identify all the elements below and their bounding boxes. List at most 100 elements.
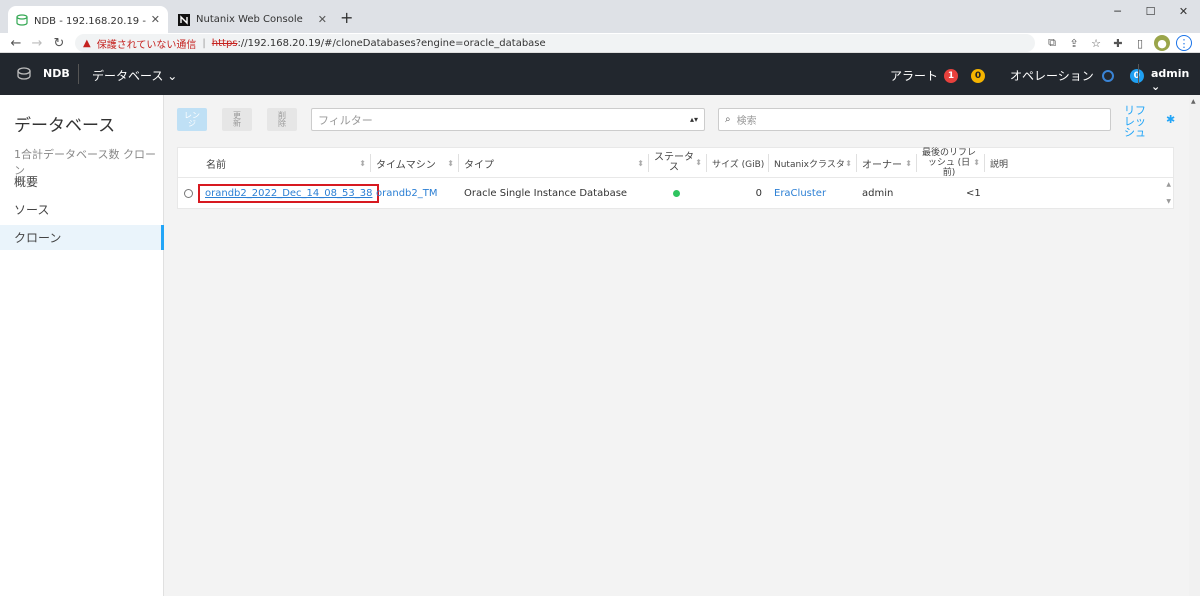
header-label: ステータス bbox=[654, 152, 694, 173]
operations-indicator[interactable]: オペレーション 0 bbox=[1010, 67, 1144, 84]
column-header-status[interactable]: ステータス ⬍ bbox=[648, 148, 706, 178]
sort-icon: ⬍ bbox=[973, 158, 980, 167]
status-ok-dot-icon bbox=[673, 189, 680, 197]
alerts-indicator[interactable]: アラート 1 0 bbox=[890, 67, 986, 84]
header-label: オーナー bbox=[862, 159, 902, 171]
update-button[interactable]: 更 新 bbox=[222, 108, 252, 131]
url-omnibox[interactable]: ▲ 保護されていない通信 | https ://192.168.20.19/#/… bbox=[75, 34, 1035, 52]
sort-icon: ⬍ bbox=[905, 158, 912, 168]
operations-badge: 0 bbox=[1129, 68, 1144, 83]
warning-triangle-icon: ▲ bbox=[83, 37, 91, 49]
gear-icon[interactable]: ✱ bbox=[1166, 113, 1175, 126]
warning-alert-badge: 0 bbox=[971, 68, 986, 83]
column-header-description[interactable]: 説明 bbox=[984, 148, 1044, 178]
column-header-cluster[interactable]: Nutanixクラスタ ⬍ bbox=[768, 148, 856, 178]
forward-arrow-icon[interactable]: → bbox=[27, 33, 47, 53]
browser-tab-nutanix[interactable]: Nutanix Web Console ✕ bbox=[170, 6, 335, 33]
sidebar-item-clones[interactable]: クローン bbox=[0, 225, 164, 250]
name-cell: orandb2_2022_Dec_14_08_53_38 bbox=[198, 178, 380, 208]
refresh-button[interactable]: リフ レッ シュ bbox=[1124, 105, 1164, 138]
insecure-warning-text: 保護されていない通信 bbox=[96, 39, 197, 51]
table-row[interactable]: orandb2_2022_Dec_14_08_53_38 orandb2_TM … bbox=[178, 178, 1173, 208]
header-label: サイズ (GiB) bbox=[712, 159, 765, 170]
time-machine-link[interactable]: orandb2_TM bbox=[376, 188, 438, 199]
sidebar-item-sources[interactable]: ソース bbox=[0, 197, 164, 222]
url-scheme: https bbox=[211, 37, 238, 49]
main-content: レン ジ 更 新 削 除 フィルター ▴▾ ⌕ 検索 リフ レッ シュ ✱ 名前… bbox=[164, 95, 1189, 596]
alerts-label: アラート bbox=[890, 69, 939, 83]
database-favicon-icon bbox=[16, 13, 28, 26]
table-scroll-arrows[interactable]: ▲ ▼ bbox=[1166, 178, 1171, 208]
sort-icon: ⬍ bbox=[359, 158, 366, 168]
time-machine-cell: orandb2_TM bbox=[376, 178, 438, 208]
column-header-type[interactable]: タイプ ⬍ bbox=[458, 148, 648, 178]
url-path: ://192.168.20.19/#/cloneDatabases?engine… bbox=[237, 37, 546, 49]
extensions-puzzle-icon[interactable]: ✚ bbox=[1110, 35, 1126, 51]
window-controls: ─ ☐ ✕ bbox=[1101, 0, 1200, 22]
header-label: 説明 bbox=[990, 159, 1009, 170]
header-label: タイムマシン bbox=[376, 159, 436, 171]
clone-name-link[interactable]: orandb2_2022_Dec_14_08_53_38 bbox=[205, 188, 372, 199]
minimize-button[interactable]: ─ bbox=[1101, 0, 1134, 22]
close-window-button[interactable]: ✕ bbox=[1167, 0, 1200, 22]
browser-menu-icon[interactable]: ⋮ bbox=[1176, 35, 1192, 51]
close-tab-icon[interactable]: ✕ bbox=[151, 13, 160, 26]
critical-alert-badge: 1 bbox=[944, 68, 959, 83]
header-divider bbox=[78, 64, 79, 84]
cluster-cell: EraCluster bbox=[774, 178, 826, 208]
tab-title: Nutanix Web Console bbox=[196, 14, 303, 25]
search-input[interactable]: ⌕ 検索 bbox=[718, 108, 1111, 131]
sidebar: データベース 1合計データベース数 クローン 概要 ソース クローン bbox=[0, 95, 164, 596]
header-label: Nutanixクラスタ bbox=[774, 159, 845, 170]
maximize-button[interactable]: ☐ bbox=[1134, 0, 1167, 22]
new-tab-button[interactable]: + bbox=[340, 8, 353, 27]
size-cell: 0 bbox=[755, 187, 762, 199]
share-icon[interactable]: ⇪ bbox=[1066, 35, 1082, 51]
highlighted-name-box: orandb2_2022_Dec_14_08_53_38 bbox=[198, 183, 380, 203]
sidepanel-icon[interactable]: ▯ bbox=[1132, 35, 1148, 51]
status-cell bbox=[673, 178, 680, 208]
translate-icon[interactable]: ⧉ bbox=[1044, 35, 1060, 51]
brand-name: NDB bbox=[43, 67, 70, 80]
browser-extension-icons: ⧉ ⇪ ☆ ✚ ▯ ● ⋮ bbox=[1044, 35, 1192, 51]
bookmark-star-icon[interactable]: ☆ bbox=[1088, 35, 1104, 51]
app-header: NDB データベース ⌄ アラート 1 0 オペレーション 0 admin ⌄ bbox=[0, 53, 1200, 95]
sort-icon: ⬍ bbox=[695, 158, 702, 167]
filter-placeholder: フィルター bbox=[318, 113, 373, 127]
user-menu[interactable]: admin ⌄ bbox=[1151, 67, 1200, 93]
column-header-last-refresh[interactable]: 最後のリフレッシュ (日前) ⬍ bbox=[916, 148, 984, 178]
close-tab-icon[interactable]: ✕ bbox=[318, 13, 327, 26]
operations-label: オペレーション bbox=[1010, 69, 1094, 83]
filter-select[interactable]: フィルター ▴▾ bbox=[311, 108, 705, 131]
header-label: タイプ bbox=[464, 159, 494, 171]
scroll-up-icon[interactable]: ▲ bbox=[1166, 181, 1171, 188]
database-menu[interactable]: データベース ⌄ bbox=[92, 67, 177, 84]
cluster-link[interactable]: EraCluster bbox=[774, 188, 826, 199]
column-header-size[interactable]: サイズ (GiB) bbox=[706, 148, 768, 178]
nutanix-favicon-icon bbox=[178, 13, 190, 26]
row-select-cell bbox=[184, 178, 193, 208]
tab-title: NDB - 192.168.20.19 - データベース bbox=[34, 16, 147, 27]
column-header-name[interactable]: 名前 ⬍ bbox=[200, 148, 370, 178]
profile-avatar-icon[interactable]: ● bbox=[1154, 35, 1170, 51]
reload-icon[interactable]: ↻ bbox=[49, 33, 69, 53]
sidebar-title: データベース bbox=[14, 116, 116, 136]
table-header: 名前 ⬍ タイムマシン ⬍ タイプ ⬍ ステータス ⬍ サイズ (GiB) Nu… bbox=[178, 148, 1173, 178]
page-scrollbar[interactable]: ▲ bbox=[1189, 95, 1200, 596]
clones-table: 名前 ⬍ タイムマシン ⬍ タイプ ⬍ ステータス ⬍ サイズ (GiB) Nu… bbox=[177, 147, 1174, 209]
back-arrow-icon[interactable]: ← bbox=[6, 33, 26, 53]
browser-tab-ndb[interactable]: NDB - 192.168.20.19 - データベース ✕ bbox=[8, 6, 168, 33]
database-logo-icon bbox=[17, 67, 31, 80]
header-divider bbox=[1138, 64, 1139, 84]
row-radio-button[interactable] bbox=[184, 188, 193, 198]
column-header-time-machine[interactable]: タイムマシン ⬍ bbox=[370, 148, 458, 178]
column-header-owner[interactable]: オーナー ⬍ bbox=[856, 148, 916, 178]
scroll-down-icon[interactable]: ▼ bbox=[1166, 198, 1171, 205]
sort-icon: ⬍ bbox=[637, 158, 644, 168]
delete-button[interactable]: 削 除 bbox=[267, 108, 297, 131]
sort-icon: ⬍ bbox=[845, 158, 852, 168]
sidebar-item-overview[interactable]: 概要 bbox=[0, 169, 164, 194]
range-button[interactable]: レン ジ bbox=[177, 108, 207, 131]
scroll-up-icon[interactable]: ▲ bbox=[1191, 98, 1196, 105]
search-icon: ⌕ bbox=[725, 114, 731, 125]
